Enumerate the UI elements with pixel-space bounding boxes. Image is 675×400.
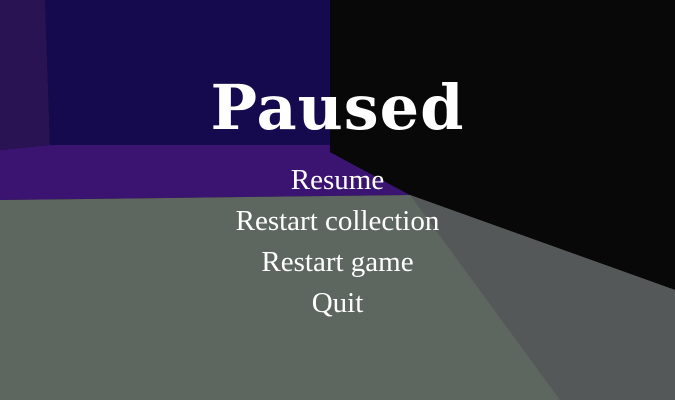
pause-title: Paused	[210, 71, 465, 144]
game-scene: Paused Resume Restart collection Restart…	[0, 0, 675, 400]
restart-game-button[interactable]: Restart game	[0, 242, 675, 283]
quit-button[interactable]: Quit	[0, 283, 675, 324]
restart-collection-button[interactable]: Restart collection	[0, 201, 675, 242]
resume-button[interactable]: Resume	[0, 160, 675, 201]
pause-menu: Resume Restart collection Restart game Q…	[0, 160, 675, 324]
